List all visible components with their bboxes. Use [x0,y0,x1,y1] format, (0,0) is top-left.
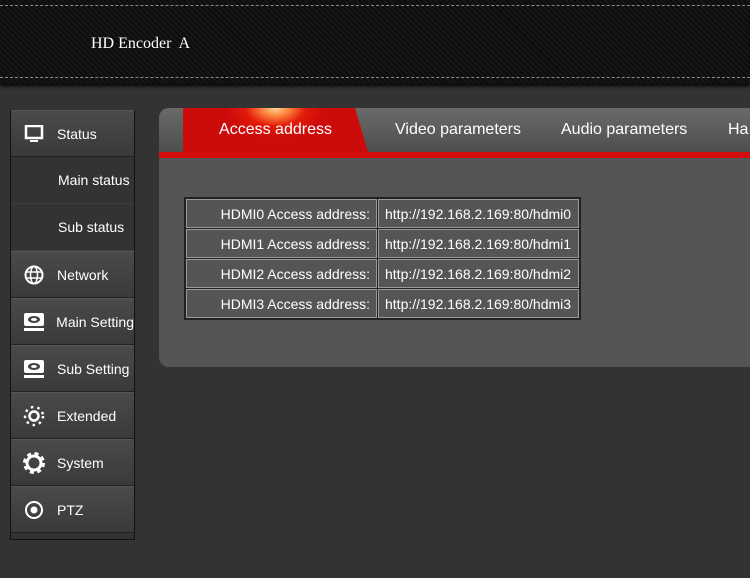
sidebar-subitem-main-status[interactable]: Main status [11,157,134,204]
sidebar-item-extended[interactable]: Extended [11,392,134,439]
stitch-top [0,5,750,6]
access-address-table: HDMI0 Access address: http://192.168.2.16… [184,197,581,320]
row-value: http://192.168.2.169:80/hdmi1 [378,229,579,258]
table-row: HDMI0 Access address: http://192.168.2.16… [186,199,579,228]
row-value: http://192.168.2.169:80/hdmi3 [378,289,579,318]
row-label: HDMI2 Access address: [186,259,377,288]
monitor-icon [11,124,57,143]
disk-icon [11,312,56,332]
sidebar-item-main-setting[interactable]: Main Setting [11,298,134,345]
row-label: HDMI3 Access address: [186,289,377,318]
row-label: HDMI1 Access address: [186,229,377,258]
sidebar-item-label: Sub Setting [57,360,130,377]
stitch-bottom [0,77,750,78]
gear-icon [11,451,57,474]
sidebar-subitem-sub-status[interactable]: Sub status [11,204,134,251]
app-title: HD Encoder A [91,35,191,52]
tab-audio-parameters[interactable]: Audio parameters [561,108,687,152]
row-value: http://192.168.2.169:80/hdmi2 [378,259,579,288]
sidebar-item-ptz[interactable]: PTZ [11,486,134,533]
sidebar-item-label: Extended [57,407,117,424]
sidebar-item-label: System [57,454,104,471]
disk-icon [11,359,57,379]
tab-ha[interactable]: Ha [728,108,748,152]
tab-access-address[interactable]: Access address [183,108,368,152]
header: HD Encoder A [0,0,750,84]
sidebar-item-label: Main Setting [56,313,134,330]
row-value: http://192.168.2.169:80/hdmi0 [378,199,579,228]
sidebar-item-network[interactable]: Network [11,251,134,298]
sidebar-item-label: Network [57,266,109,283]
sidebar-item-label: Status [57,125,97,142]
content-panel: Access address Video parameters Audio pa… [159,108,750,367]
sidebar-item-sub-setting[interactable]: Sub Setting [11,345,134,392]
tab-video-parameters[interactable]: Video parameters [395,108,521,152]
globe-icon [11,265,57,285]
tab-underline [159,152,750,158]
sidebar: Status Main status Sub status Network Ma… [10,110,135,540]
sidebar-item-label: PTZ [57,501,84,518]
table-row: HDMI3 Access address: http://192.168.2.16… [186,289,579,318]
row-label: HDMI0 Access address: [186,199,377,228]
table-row: HDMI1 Access address: http://192.168.2.16… [186,229,579,258]
target-icon [11,500,57,520]
table-row: HDMI2 Access address: http://192.168.2.16… [186,259,579,288]
tab-bar: Access address Video parameters Audio pa… [159,108,750,152]
sidebar-item-system[interactable]: System [11,439,134,486]
sidebar-item-status[interactable]: Status [11,110,134,157]
dotted-gear-icon [11,405,57,427]
